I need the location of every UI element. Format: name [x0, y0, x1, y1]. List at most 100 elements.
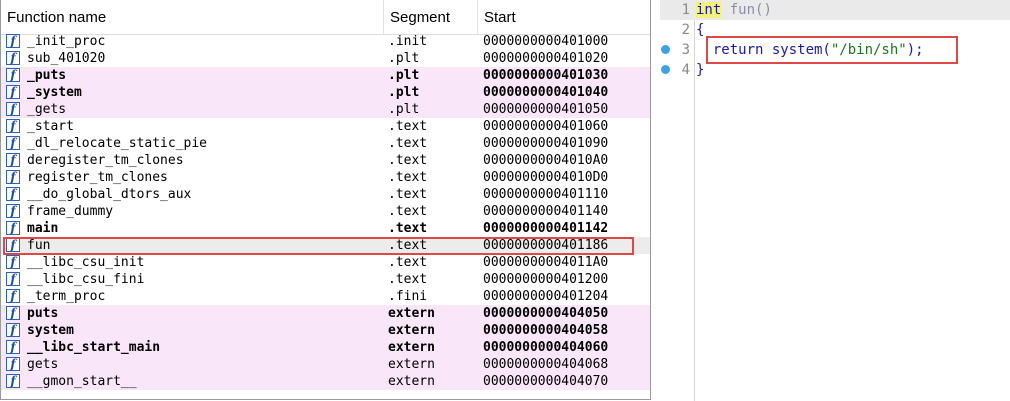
code-text: }	[696, 62, 705, 78]
function-segment: extern	[388, 340, 435, 355]
function-row[interactable]: f __libc_start_main extern 0000000000404060	[1, 339, 650, 356]
function-name: _gets	[27, 102, 67, 117]
function-row[interactable]: f __libc_csu_init .text 00000000004011A0	[1, 254, 650, 271]
function-segment: .text	[388, 272, 428, 287]
function-segment: extern	[388, 374, 435, 389]
functions-list: f _init_proc .init 0000000000401000 f sub_401…	[1, 33, 650, 390]
column-header-start[interactable]: Start	[478, 0, 650, 34]
function-name: _init_proc	[27, 34, 106, 49]
function-icon: f	[6, 187, 20, 201]
function-row[interactable]: f deregister_tm_clones .text 00000000004010…	[1, 152, 650, 169]
line-number: 2	[681, 22, 690, 38]
function-icon: f	[6, 374, 20, 388]
function-icon: f	[6, 238, 20, 252]
function-row[interactable]: f _term_proc .fini 0000000000401204	[1, 288, 650, 305]
function-icon: f	[6, 255, 20, 269]
function-icon: f	[6, 289, 20, 303]
function-start-address: 0000000000401030	[483, 68, 609, 83]
function-icon: f	[6, 51, 20, 65]
pseudocode-pane: 1 int fun() 2 { 3 return system("/bin/sh…	[660, 0, 1010, 401]
line-number: 3	[681, 42, 690, 58]
function-icon: f	[6, 306, 20, 320]
string-literal: "/bin/sh"	[830, 42, 907, 58]
code-line-2[interactable]: 2 {	[660, 20, 1010, 40]
return-system-call: return system(	[696, 42, 831, 58]
function-row[interactable]: f _init_proc .init 0000000000401000	[1, 33, 650, 50]
function-start-address: 0000000000401186	[483, 238, 609, 253]
column-header-function-name[interactable]: Function name	[1, 0, 384, 34]
function-icon: f	[6, 357, 20, 371]
function-icon: f	[6, 153, 20, 167]
function-signature: fun()	[721, 2, 772, 18]
function-row[interactable]: f fun .text 0000000000401186	[1, 237, 650, 254]
function-row[interactable]: f __libc_csu_fini .text 0000000000401200	[1, 271, 650, 288]
column-header-segment[interactable]: Segment	[384, 0, 478, 34]
function-icon: f	[6, 323, 20, 337]
function-row[interactable]: f _system .plt 0000000000401040	[1, 84, 650, 101]
app-root: Function name Segment Start f _init_proc.…	[0, 0, 1010, 401]
function-name: __do_global_dtors_aux	[27, 187, 192, 202]
function-icon: f	[6, 170, 20, 184]
functions-header: Function name Segment Start	[1, 0, 650, 35]
call-end: );	[906, 42, 924, 58]
function-start-address: 0000000000401200	[483, 272, 609, 287]
function-segment: .init	[388, 34, 428, 49]
function-row[interactable]: f system extern 0000000000404058	[1, 322, 650, 339]
function-name: deregister_tm_clones	[27, 153, 184, 168]
function-row[interactable]: f puts extern 0000000000404050	[1, 305, 650, 322]
function-start-address: 0000000000401060	[483, 119, 609, 134]
function-name: system	[27, 323, 74, 338]
function-segment: extern	[388, 323, 435, 338]
function-row[interactable]: f __gmon_start__ extern 0000000000404070	[1, 373, 650, 390]
function-name: _dl_relocate_static_pie	[27, 136, 208, 151]
function-segment: .text	[388, 136, 428, 151]
function-name: main	[27, 221, 59, 236]
function-start-address: 0000000000401142	[483, 221, 609, 236]
function-icon: f	[6, 272, 20, 286]
function-name: gets	[27, 357, 59, 372]
function-name: frame_dummy	[27, 204, 114, 219]
function-icon: f	[6, 68, 20, 82]
function-row[interactable]: f __do_global_dtors_aux .text 0000000000401…	[1, 186, 650, 203]
function-icon: f	[6, 85, 20, 99]
breakpoint-dot-icon[interactable]	[661, 45, 670, 54]
functions-window: Function name Segment Start f _init_proc.…	[0, 0, 651, 400]
function-segment: .plt	[388, 85, 420, 100]
breakpoint-dot-icon[interactable]	[661, 65, 670, 74]
function-segment: .plt	[388, 102, 420, 117]
function-name: _term_proc	[27, 289, 106, 304]
function-icon: f	[6, 136, 20, 150]
function-start-address: 0000000000401050	[483, 102, 609, 117]
function-segment: .text	[388, 170, 428, 185]
function-name: puts	[27, 306, 59, 321]
function-segment: .fini	[388, 289, 428, 304]
function-start-address: 00000000004011A0	[483, 255, 609, 270]
code-line-1[interactable]: 1 int fun()	[660, 0, 1010, 20]
function-icon: f	[6, 34, 20, 48]
function-row[interactable]: f _dl_relocate_static_pie .text 00000000004…	[1, 135, 650, 152]
function-row[interactable]: f _start .text 0000000000401060	[1, 118, 650, 135]
function-start-address: 0000000000401000	[483, 34, 609, 49]
function-row[interactable]: f gets extern 0000000000404068	[1, 356, 650, 373]
function-start-address: 0000000000404058	[483, 323, 609, 338]
function-segment: .plt	[388, 51, 420, 66]
function-row[interactable]: f _puts .plt 0000000000401030	[1, 67, 650, 84]
code-line-3[interactable]: 3 return system("/bin/sh");	[660, 40, 1010, 60]
function-name: fun	[27, 238, 51, 253]
line-number: 4	[681, 62, 690, 78]
function-start-address: 0000000000401140	[483, 204, 609, 219]
function-icon: f	[6, 221, 20, 235]
function-row[interactable]: f _gets .plt 0000000000401050	[1, 101, 650, 118]
function-start-address: 0000000000404068	[483, 357, 609, 372]
code-text: {	[696, 22, 705, 38]
function-start-address: 0000000000401110	[483, 187, 609, 202]
code-line-4[interactable]: 4 }	[660, 60, 1010, 80]
function-icon: f	[6, 102, 20, 116]
keyword-int: int	[696, 2, 722, 18]
function-row[interactable]: f sub_401020 .plt 0000000000401020	[1, 50, 650, 67]
function-start-address: 00000000004010A0	[483, 153, 609, 168]
function-row[interactable]: f register_tm_clones .text 00000000004010D0	[1, 169, 650, 186]
function-row[interactable]: f frame_dummy .text 0000000000401140	[1, 203, 650, 220]
code-text: return system("/bin/sh");	[696, 40, 924, 60]
function-row[interactable]: f main .text 0000000000401142	[1, 220, 650, 237]
